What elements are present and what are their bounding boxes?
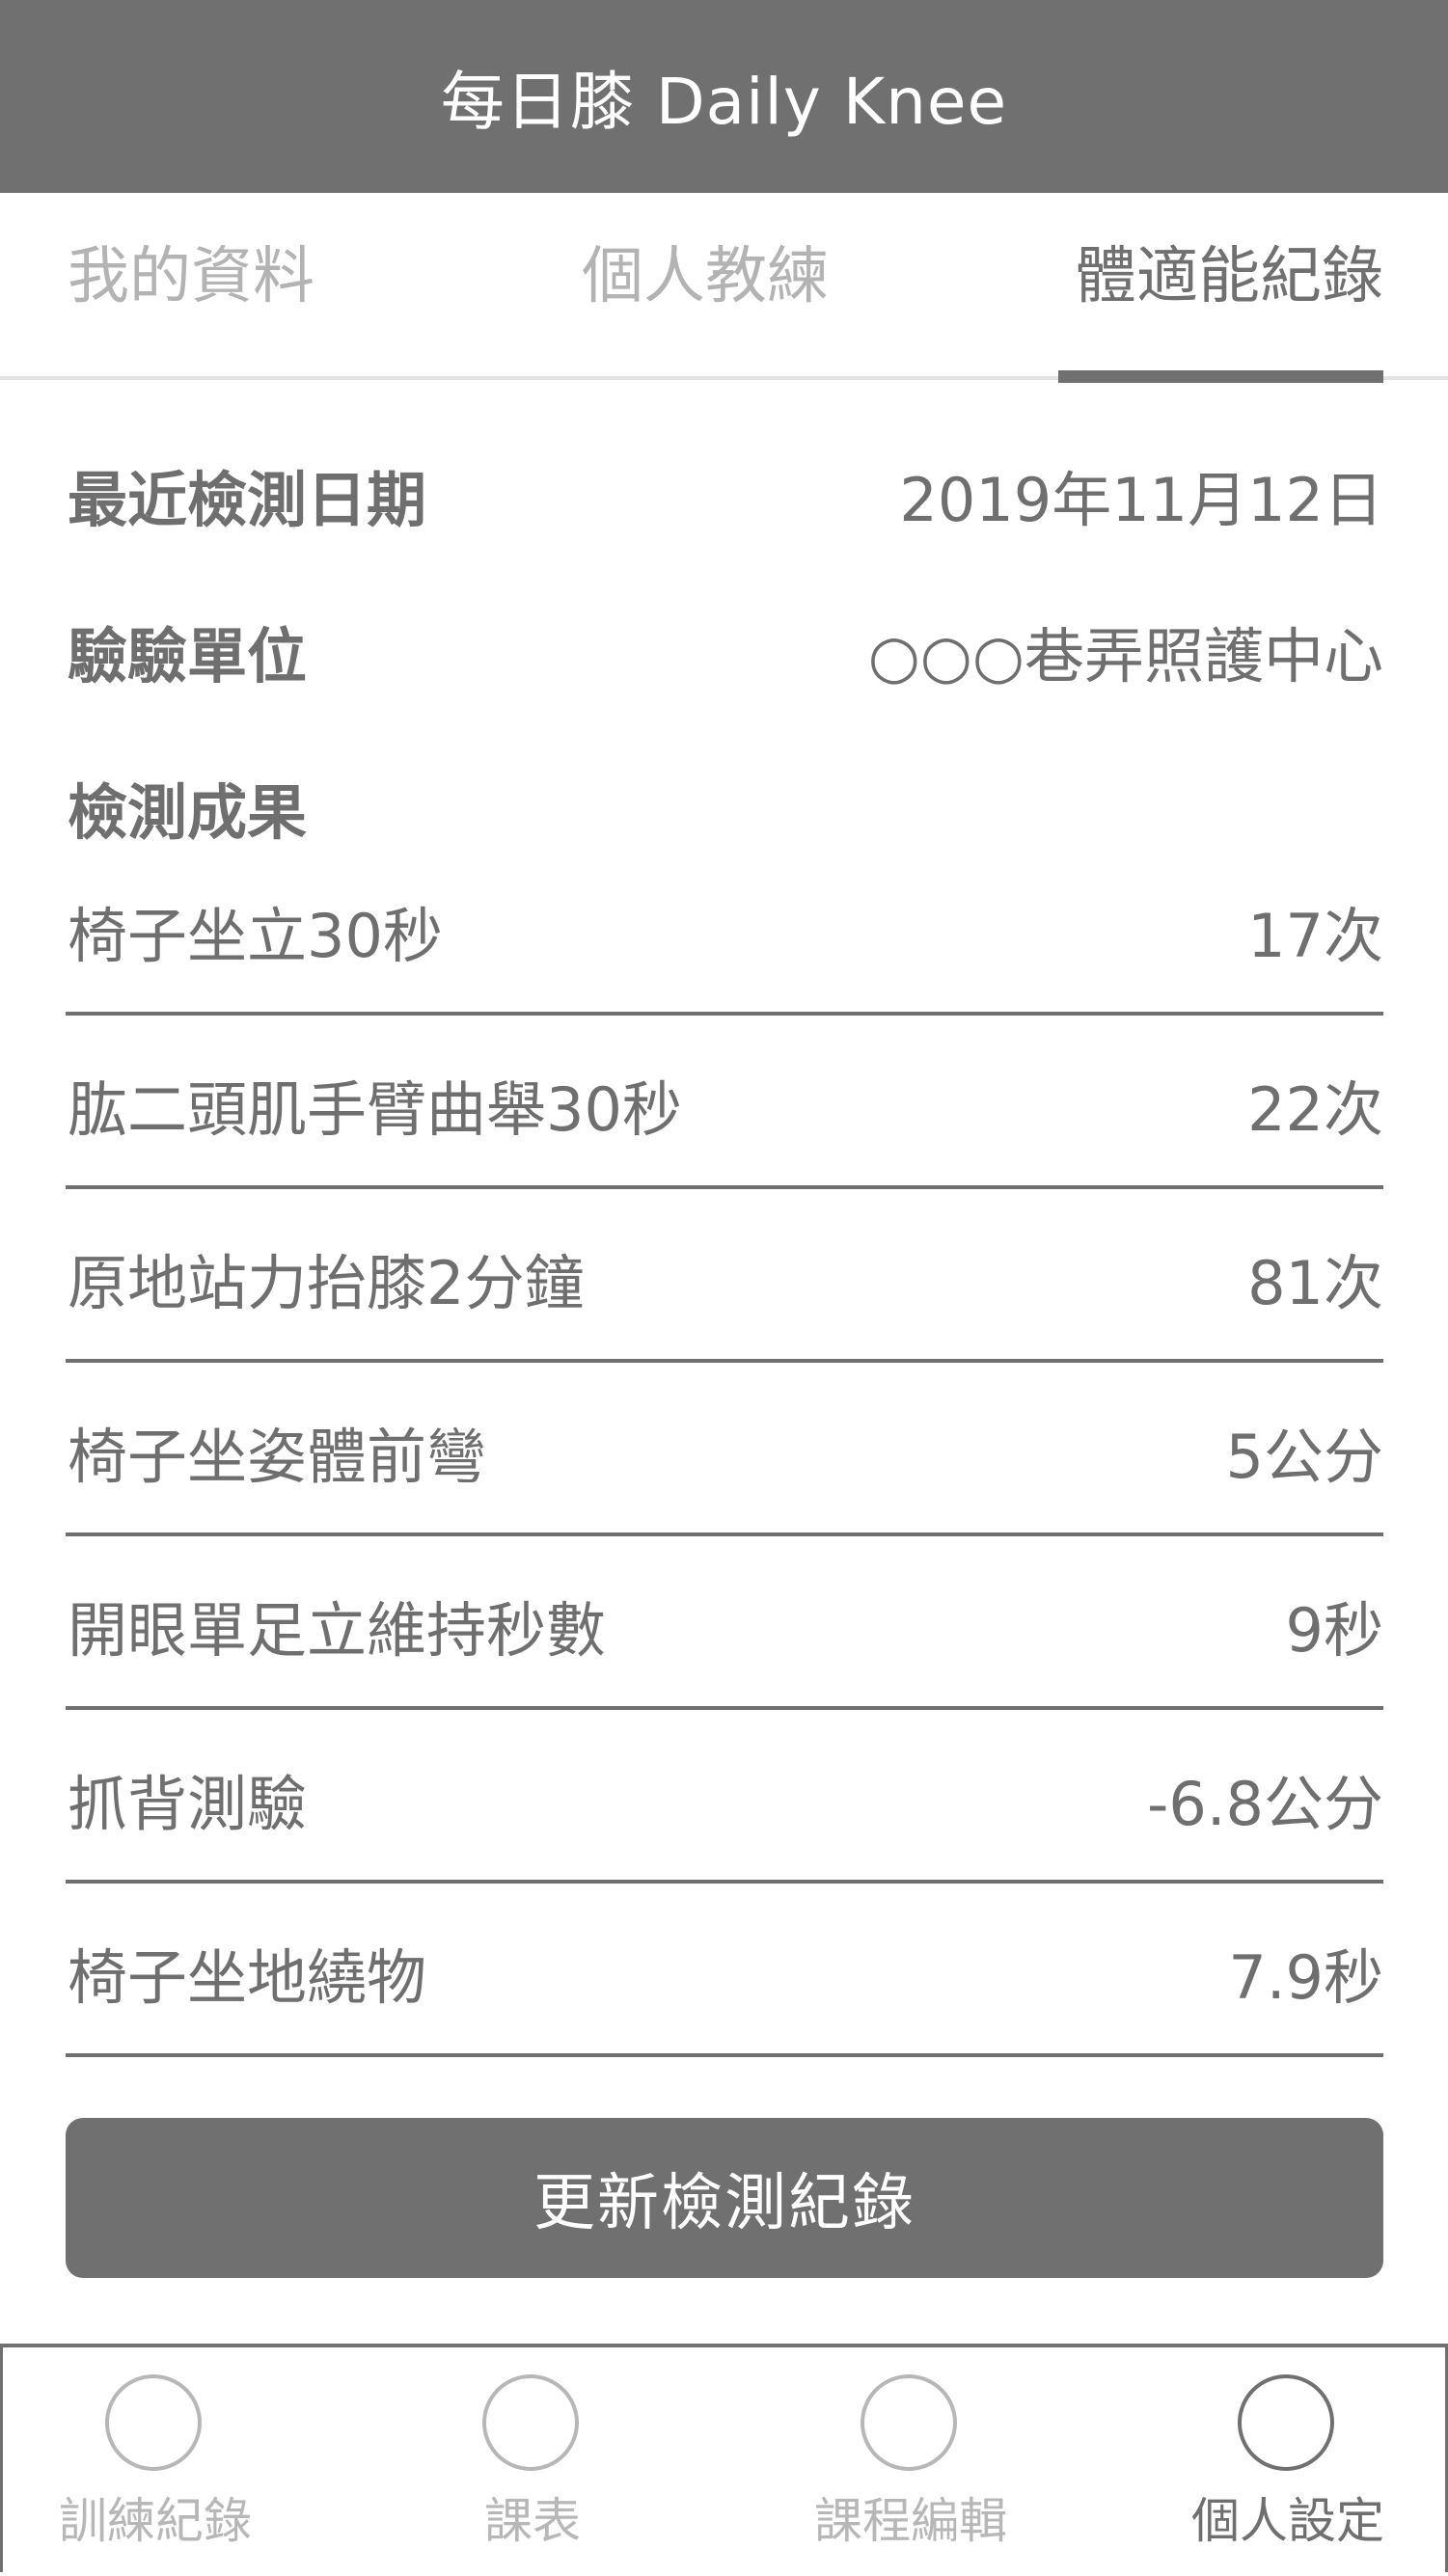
row-divider [66, 1880, 1383, 1884]
result-label: 原地站力抬膝2分鐘 [68, 1248, 585, 1318]
active-tab-indicator [1058, 370, 1383, 383]
results-heading: 檢測成果 [68, 777, 308, 848]
result-label: 椅子坐立30秒 [68, 901, 443, 971]
nav-item-schedule[interactable]: 課表 [407, 2374, 658, 2549]
tab-fitness-records[interactable]: 體適能紀錄 [1075, 233, 1383, 320]
test-unit-label: 驗驗單位 [68, 621, 308, 691]
bottom-nav-left-edge [0, 2344, 3, 2572]
nav-item-course-edit[interactable]: 課程編輯 [785, 2374, 1036, 2549]
result-value: 5公分 [1225, 1422, 1383, 1492]
result-value: 9秒 [1285, 1595, 1383, 1666]
nav-label: 訓練紀錄 [59, 2493, 252, 2549]
circle-icon [1238, 2374, 1334, 2471]
result-value: 81次 [1247, 1248, 1383, 1318]
row-divider [66, 1532, 1383, 1536]
tab-personal-coach[interactable]: 個人教練 [582, 233, 829, 320]
nav-label: 個人設定 [1191, 2493, 1384, 2549]
result-label: 抓背測驗 [68, 1769, 308, 1839]
app-header: 每日膝 Daily Knee [0, 0, 1448, 193]
nav-label: 課程編輯 [814, 2493, 1007, 2549]
result-label: 椅子坐姿體前彎 [68, 1422, 487, 1492]
test-date-label: 最近檢測日期 [68, 465, 427, 535]
nav-label: 課表 [484, 2493, 581, 2549]
test-date-value: 2019年11月12日 [899, 465, 1383, 535]
result-label: 肱二頭肌手臂曲舉30秒 [68, 1074, 682, 1145]
row-divider [66, 1012, 1383, 1016]
nav-item-personal-settings[interactable]: 個人設定 [1162, 2374, 1413, 2549]
result-value: 17次 [1247, 901, 1383, 971]
result-label: 開眼單足立維持秒數 [68, 1595, 607, 1666]
tab-my-profile[interactable]: 我的資料 [68, 233, 314, 320]
test-unit-value: ○○○巷弄照護中心 [867, 621, 1383, 691]
row-divider [66, 1706, 1383, 1710]
circle-icon [861, 2374, 957, 2471]
row-divider [66, 2053, 1383, 2057]
app-title: 每日膝 Daily Knee [440, 65, 1008, 139]
nav-item-training-records[interactable]: 訓練紀錄 [30, 2374, 281, 2549]
row-divider [66, 1185, 1383, 1189]
update-records-button[interactable]: 更新檢測紀錄 [66, 2118, 1383, 2278]
row-divider [66, 1359, 1383, 1363]
result-value: -6.8公分 [1147, 1769, 1383, 1839]
circle-icon [482, 2374, 579, 2471]
result-value: 22次 [1247, 1074, 1383, 1145]
circle-icon [105, 2374, 202, 2471]
result-label: 椅子坐地繞物 [68, 1942, 427, 2013]
result-value: 7.9秒 [1228, 1942, 1383, 2013]
